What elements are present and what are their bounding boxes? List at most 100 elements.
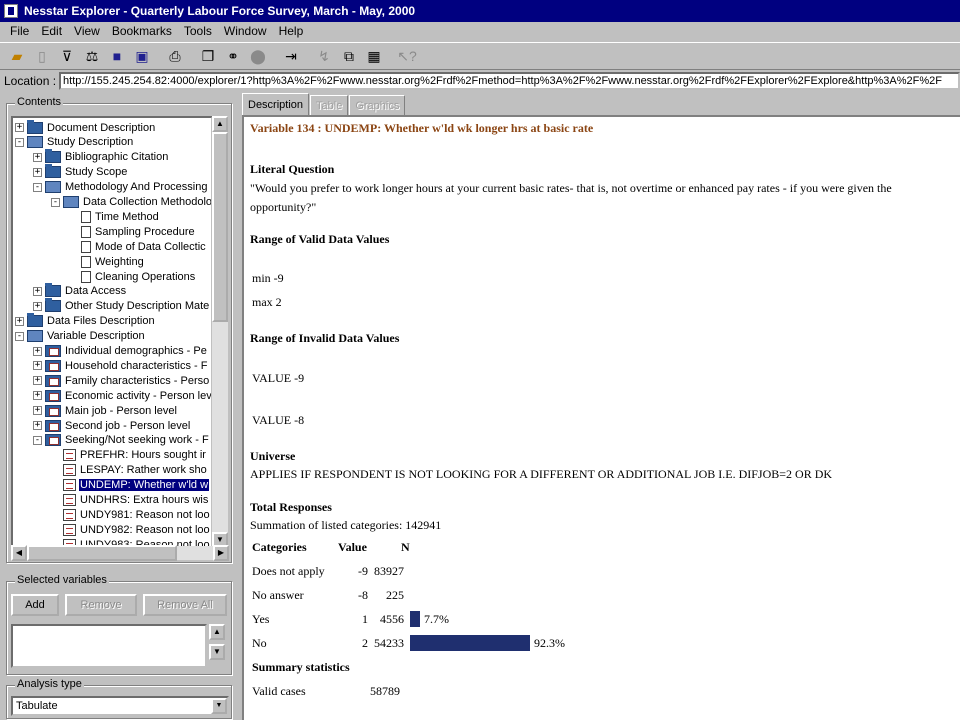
save-icon[interactable]: ■ (106, 45, 128, 67)
tree-item[interactable]: PREFHR: Hours sought ir (51, 448, 207, 463)
save-as-icon[interactable]: ▣ (131, 45, 153, 67)
tree-item[interactable]: + Individual demographics - Pe (33, 344, 208, 359)
chevron-down-icon[interactable]: ▼ (211, 698, 227, 714)
tree-item[interactable]: - Study Description (15, 135, 134, 150)
scroll-thumb[interactable] (212, 132, 228, 322)
tree-item[interactable]: Cleaning Operations (69, 269, 196, 284)
tree-item-label: Variable Description (47, 330, 145, 343)
tree-item-label: Other Study Description Mate (65, 300, 210, 313)
app-icon[interactable] (4, 4, 18, 18)
tree-item[interactable]: Mode of Data Collectic (69, 239, 207, 254)
tree-item[interactable]: + Main job - Person level (33, 403, 178, 418)
tree-item[interactable]: - Seeking/Not seeking work - F (33, 433, 210, 448)
tree-item[interactable]: + Study Scope (33, 164, 128, 180)
tree-horizontal-scrollbar[interactable]: ◀ ▶ (11, 545, 229, 561)
tab-description[interactable]: Description (242, 93, 310, 115)
tab-graphics[interactable]: Graphics (349, 95, 406, 115)
expand-icon[interactable]: + (33, 376, 42, 386)
menu-tools[interactable]: Tools (178, 24, 218, 38)
tree-item[interactable]: + Data Access (33, 283, 127, 299)
tree-item[interactable]: + Household characteristics - F (33, 358, 208, 373)
tree-item[interactable]: Time Method (69, 209, 160, 224)
find-icon[interactable]: ⚭ (222, 45, 244, 67)
tree-item[interactable]: UNDY982: Reason not loo (51, 522, 211, 537)
print-icon[interactable]: ⎙ (164, 45, 186, 67)
collapse-icon[interactable]: - (15, 331, 24, 341)
open-folder-icon[interactable]: ▰ (6, 45, 28, 67)
tile-icon[interactable]: ▦ (363, 45, 385, 67)
tree-item-label: Study Description (47, 136, 134, 149)
varset-icon (45, 434, 61, 447)
tree-item[interactable]: + Document Description (15, 119, 156, 135)
contents-tree[interactable]: + Document Description - Study Description +… (11, 116, 213, 548)
expand-icon[interactable]: + (33, 421, 42, 430)
description-document: Variable 134 : UNDEMP: Whether w'ld wk l… (242, 115, 960, 720)
scroll-right-icon[interactable]: ▶ (213, 545, 229, 561)
tree-item-label: Economic activity - Person lev (65, 389, 212, 402)
tree-item[interactable]: + Economic activity - Person lev (33, 388, 212, 403)
expand-icon[interactable]: + (15, 123, 24, 132)
expand-icon[interactable]: + (33, 301, 42, 311)
expand-icon[interactable]: + (33, 391, 42, 401)
filter-icon[interactable]: ⊽ (56, 45, 78, 67)
hscroll-thumb[interactable] (27, 545, 177, 561)
tree-item[interactable]: - Data Collection Methodolo (51, 195, 211, 210)
tree-item[interactable]: Sampling Procedure (69, 224, 196, 239)
location-input[interactable]: http://155.245.254.82:4000/explorer/1?ht… (59, 72, 960, 90)
collapse-icon[interactable]: - (15, 137, 24, 147)
tree-item[interactable]: UNDHRS: Extra hours wis (51, 493, 209, 508)
expand-icon[interactable]: + (33, 152, 42, 162)
menu-edit[interactable]: Edit (35, 24, 68, 38)
wizard-icon[interactable]: ↯ (313, 45, 335, 67)
tree-item[interactable]: + Data Files Description (15, 313, 156, 329)
expand-icon[interactable]: + (15, 316, 24, 326)
expand-icon[interactable]: + (33, 286, 42, 296)
collapse-icon[interactable]: - (33, 182, 42, 192)
add-button[interactable]: Add (11, 594, 59, 616)
category-count: 54233 (374, 636, 404, 650)
tree-item[interactable]: - Variable Description (15, 329, 146, 344)
expand-icon[interactable]: + (33, 167, 42, 177)
tree-item-selected[interactable]: UNDEMP: Whether w'ld w (51, 478, 210, 493)
remove-all-button[interactable]: Remove All (143, 594, 227, 616)
analysis-type-select[interactable]: Tabulate ▼ (11, 696, 229, 716)
remove-button[interactable]: Remove (65, 594, 137, 616)
tree-item-label: Methodology And Processing (65, 181, 208, 194)
selected-variables-scrollbar[interactable]: ▲ ▼ (209, 624, 227, 668)
weight-icon[interactable]: ⚖ (81, 45, 103, 67)
selected-variables-list[interactable] (11, 624, 207, 668)
scroll-left-icon[interactable]: ◀ (11, 545, 27, 561)
tree-item-label: UNDEMP: Whether w'ld w (79, 479, 210, 492)
menu-bookmarks[interactable]: Bookmarks (106, 24, 178, 38)
tree-item[interactable]: + Second job - Person level (33, 418, 191, 433)
help-icon[interactable]: ↖? (396, 45, 418, 67)
preview-icon[interactable]: ▯ (31, 45, 53, 67)
expand-icon[interactable]: + (33, 406, 42, 416)
tree-item[interactable]: + Bibliographic Citation (33, 149, 169, 165)
list-scroll-up-icon[interactable]: ▲ (209, 624, 225, 640)
tree-vertical-scrollbar[interactable]: ▲ ▼ (212, 116, 228, 548)
menu-window[interactable]: Window (218, 24, 273, 38)
tree-item[interactable]: UNDY981: Reason not loo (51, 507, 211, 522)
menu-view[interactable]: View (68, 24, 106, 38)
expand-icon[interactable]: + (33, 361, 42, 371)
scroll-up-icon[interactable]: ▲ (212, 116, 228, 132)
expand-icon[interactable]: + (33, 346, 42, 356)
copy-icon[interactable]: ❐ (197, 45, 219, 67)
tree-item[interactable]: Weighting (69, 254, 145, 269)
menu-file[interactable]: File (4, 24, 35, 38)
stop-icon[interactable]: ⬤ (247, 45, 269, 67)
collapse-icon[interactable]: - (51, 197, 60, 207)
folder-icon (45, 298, 61, 313)
tree-item[interactable]: - Methodology And Processing (33, 180, 208, 195)
export-icon[interactable]: ⇥ (280, 45, 302, 67)
tree-item-label: Document Description (47, 121, 156, 134)
windows-icon[interactable]: ⧉ (338, 45, 360, 67)
list-scroll-down-icon[interactable]: ▼ (209, 644, 225, 660)
tree-item[interactable]: + Family characteristics - Perso (33, 373, 210, 388)
tree-item[interactable]: LESPAY: Rather work sho (51, 463, 208, 478)
tab-table[interactable]: Table (310, 95, 349, 115)
menu-help[interactable]: Help (273, 24, 310, 38)
collapse-icon[interactable]: - (33, 435, 42, 445)
tree-item[interactable]: + Other Study Description Mate (33, 298, 210, 314)
